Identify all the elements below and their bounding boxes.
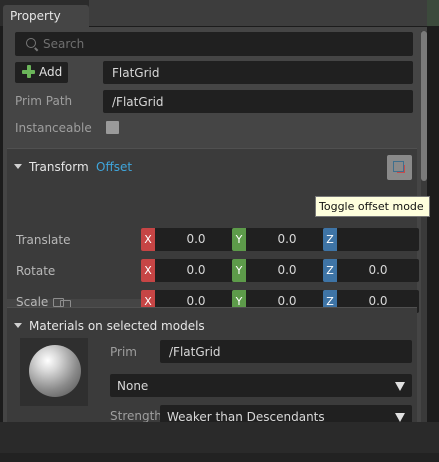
prim-name-field[interactable]: FlatGrid bbox=[103, 61, 413, 84]
plus-icon bbox=[22, 65, 35, 78]
background-window-bottom bbox=[0, 422, 439, 462]
translate-y-field[interactable]: Y 0.0 bbox=[232, 228, 328, 251]
collapse-triangle-icon[interactable] bbox=[14, 323, 22, 328]
tab-bar-strip bbox=[89, 0, 427, 26]
dropdown-arrow-icon bbox=[395, 382, 405, 391]
toggle-offset-mode-button[interactable] bbox=[387, 155, 412, 180]
translate-z-value bbox=[337, 228, 419, 251]
translate-z-field[interactable]: Z bbox=[323, 228, 419, 251]
vertical-scrollbar[interactable] bbox=[421, 31, 427, 422]
material-prim-field[interactable]: /FlatGrid bbox=[160, 340, 412, 363]
link-scale-icon[interactable] bbox=[53, 298, 72, 309]
strength-select-value: Weaker than Descendants bbox=[167, 410, 325, 422]
translate-label: Translate bbox=[16, 233, 71, 247]
instanceable-checkbox[interactable] bbox=[106, 121, 119, 134]
offset-link[interactable]: Offset bbox=[96, 160, 132, 174]
tab-title: Property bbox=[10, 9, 61, 23]
instanceable-label: Instanceable bbox=[15, 121, 92, 135]
material-select-value: None bbox=[117, 379, 149, 393]
viewport-edge bbox=[427, 0, 439, 26]
material-select[interactable]: None bbox=[110, 374, 412, 397]
tab-property[interactable]: Property bbox=[3, 5, 89, 27]
rotate-z-value: 0.0 bbox=[368, 263, 388, 277]
axis-y-tag: Y bbox=[232, 259, 246, 282]
axis-z-tag: Z bbox=[323, 228, 337, 251]
tooltip-toggle-offset-mode: Toggle offset mode bbox=[315, 196, 430, 217]
add-button[interactable]: Add bbox=[15, 62, 68, 83]
prim-path-value: /FlatGrid bbox=[112, 95, 164, 109]
search-icon bbox=[26, 38, 36, 48]
prim-label: Prim bbox=[110, 345, 137, 359]
translate-x-field[interactable]: X 0.0 bbox=[141, 228, 237, 251]
toggle-offset-mode-icon bbox=[393, 161, 405, 173]
rotate-y-value: 0.0 bbox=[277, 263, 297, 277]
strength-select[interactable]: Weaker than Descendants bbox=[160, 405, 412, 422]
status-strip bbox=[0, 453, 439, 462]
axis-x-tag: X bbox=[141, 228, 155, 251]
translate-y-value: 0.0 bbox=[277, 232, 297, 246]
prim-path-field[interactable]: /FlatGrid bbox=[103, 90, 413, 113]
rotate-label: Rotate bbox=[16, 264, 56, 278]
strength-label: Strength bbox=[110, 409, 162, 422]
prim-name-value: FlatGrid bbox=[112, 66, 160, 80]
rotate-y-field[interactable]: Y 0.0 bbox=[232, 259, 328, 282]
search-placeholder: Search bbox=[43, 37, 85, 51]
transform-title: Transform bbox=[29, 160, 89, 174]
axis-z-tag: Z bbox=[323, 259, 337, 282]
rotate-z-field[interactable]: Z 0.0 bbox=[323, 259, 419, 282]
material-sphere-icon bbox=[29, 345, 81, 397]
rotate-x-field[interactable]: X 0.0 bbox=[141, 259, 237, 282]
scrollbar-thumb[interactable] bbox=[421, 31, 427, 181]
materials-section: Materials on selected models Prim /FlatG… bbox=[7, 307, 417, 422]
material-preview bbox=[20, 338, 88, 406]
add-button-label: Add bbox=[39, 65, 63, 79]
property-panel: Search Add FlatGrid Prim Path /FlatGrid … bbox=[3, 27, 427, 422]
rotate-x-value: 0.0 bbox=[186, 263, 206, 277]
material-prim-value: /FlatGrid bbox=[169, 345, 221, 359]
materials-title: Materials on selected models bbox=[29, 319, 205, 333]
search-input[interactable]: Search bbox=[15, 32, 413, 56]
transform-section: Transform Offset Translate X 0.0 Y 0.0 Z… bbox=[7, 148, 419, 313]
prim-path-label: Prim Path bbox=[15, 94, 73, 108]
translate-x-value: 0.0 bbox=[186, 232, 206, 246]
axis-y-tag: Y bbox=[232, 228, 246, 251]
dropdown-arrow-icon bbox=[395, 413, 405, 422]
collapse-triangle-icon[interactable] bbox=[14, 164, 22, 169]
axis-x-tag: X bbox=[141, 259, 155, 282]
